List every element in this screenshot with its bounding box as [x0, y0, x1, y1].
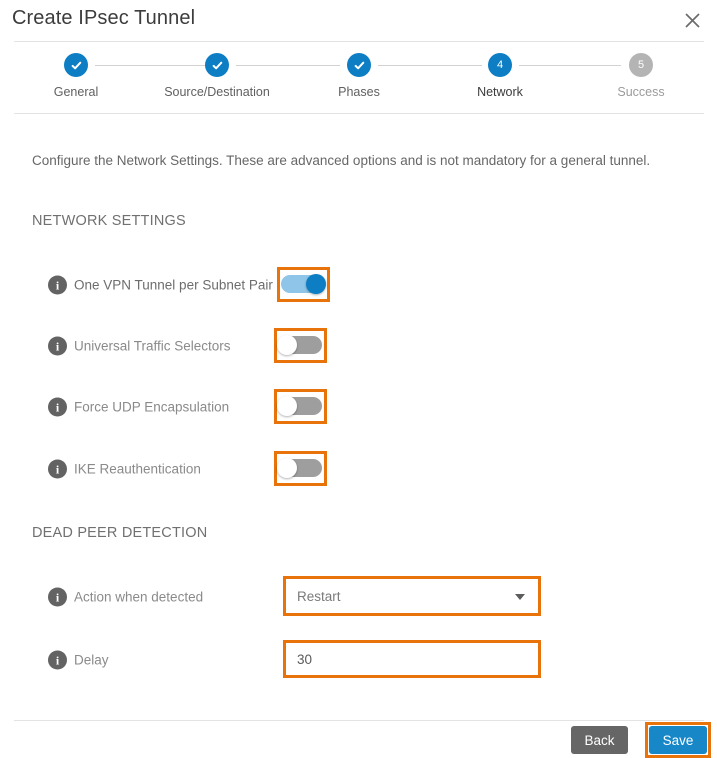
header-divider — [14, 41, 704, 42]
create-ipsec-tunnel-dialog: Create IPsec Tunnel General Source/Desti… — [0, 0, 717, 758]
toggle-knob — [277, 335, 297, 355]
setting-row-one-vpn-tunnel-per-subnet-pair: i One VPN Tunnel per Subnet Pair — [0, 265, 717, 305]
stepper-divider — [14, 113, 704, 114]
step-indicator-check — [64, 53, 88, 77]
dialog-header: Create IPsec Tunnel — [0, 0, 717, 41]
setting-row-universal-traffic-selectors: i Universal Traffic Selectors — [0, 326, 717, 366]
setting-label-force-udp-encapsulation: Force UDP Encapsulation — [74, 399, 230, 415]
section-title-network-settings: NETWORK SETTINGS — [32, 213, 186, 229]
toggle-knob — [277, 396, 297, 416]
info-icon[interactable]: i — [48, 336, 67, 356]
info-icon[interactable]: i — [48, 275, 67, 295]
setting-label-one-vpn-tunnel-per-subnet-pair: One VPN Tunnel per Subnet Pair — [74, 277, 273, 293]
close-icon[interactable] — [677, 5, 707, 35]
setting-row-ike-reauthentication: i IKE Reauthentication — [0, 449, 717, 489]
stepper-label-phases: Phases — [338, 85, 380, 99]
toggle-knob — [277, 458, 297, 478]
toggle-one-vpn-tunnel-per-subnet-pair[interactable] — [281, 274, 326, 294]
toggle-universal-traffic-selectors[interactable] — [277, 335, 322, 355]
step-indicator-number: 5 — [629, 53, 653, 77]
stepper-item-success[interactable]: 5 Success — [571, 48, 711, 99]
toggle-knob — [306, 274, 326, 294]
stepper-item-network[interactable]: 4 Network — [430, 48, 570, 99]
back-button[interactable]: Back — [571, 726, 628, 754]
chevron-down-icon — [515, 594, 525, 600]
step-connector-4 — [519, 65, 621, 66]
setting-label-ike-reauthentication: IKE Reauthentication — [74, 461, 201, 477]
setting-label-universal-traffic-selectors: Universal Traffic Selectors — [74, 338, 231, 354]
stepper-label-general: General — [53, 85, 99, 99]
setting-row-action-when-detected: i Action when detected Restart — [0, 576, 717, 618]
setting-label-delay: Delay — [74, 652, 109, 668]
setting-label-action-when-detected: Action when detected — [74, 589, 204, 605]
step-indicator-check — [347, 53, 371, 77]
footer-divider — [14, 720, 704, 721]
input-delay[interactable] — [286, 643, 538, 675]
stepper-label-success: Success — [617, 85, 665, 99]
section-title-dead-peer-detection: DEAD PEER DETECTION — [32, 525, 208, 541]
intro-text: Configure the Network Settings. These ar… — [32, 153, 651, 168]
info-icon[interactable]: i — [48, 650, 67, 670]
setting-row-delay: i Delay — [0, 640, 717, 680]
step-connector-1 — [95, 65, 217, 66]
info-icon[interactable]: i — [48, 397, 67, 417]
toggle-force-udp-encapsulation[interactable] — [277, 396, 322, 416]
step-connector-2 — [236, 65, 340, 66]
save-button[interactable]: Save — [649, 726, 707, 754]
stepper-item-general[interactable]: General — [6, 48, 146, 99]
step-indicator-number: 4 — [488, 53, 512, 77]
stepper-item-phases[interactable]: Phases — [289, 48, 429, 99]
toggle-ike-reauthentication[interactable] — [277, 458, 322, 478]
page-title: Create IPsec Tunnel — [12, 7, 196, 29]
select-action-when-detected[interactable]: Restart — [286, 579, 538, 613]
info-icon[interactable]: i — [48, 587, 67, 607]
setting-row-force-udp-encapsulation: i Force UDP Encapsulation — [0, 387, 717, 427]
select-action-value: Restart — [297, 588, 341, 604]
stepper-label-network: Network — [477, 85, 523, 99]
stepper-label-source-destination: Source/Destination — [164, 85, 270, 99]
wizard-stepper: General Source/Destination Phases 4 Netw… — [0, 48, 717, 108]
stepper-item-source-destination[interactable]: Source/Destination — [147, 48, 287, 99]
step-connector-3 — [378, 65, 482, 66]
info-icon[interactable]: i — [48, 459, 67, 479]
step-indicator-check — [205, 53, 229, 77]
